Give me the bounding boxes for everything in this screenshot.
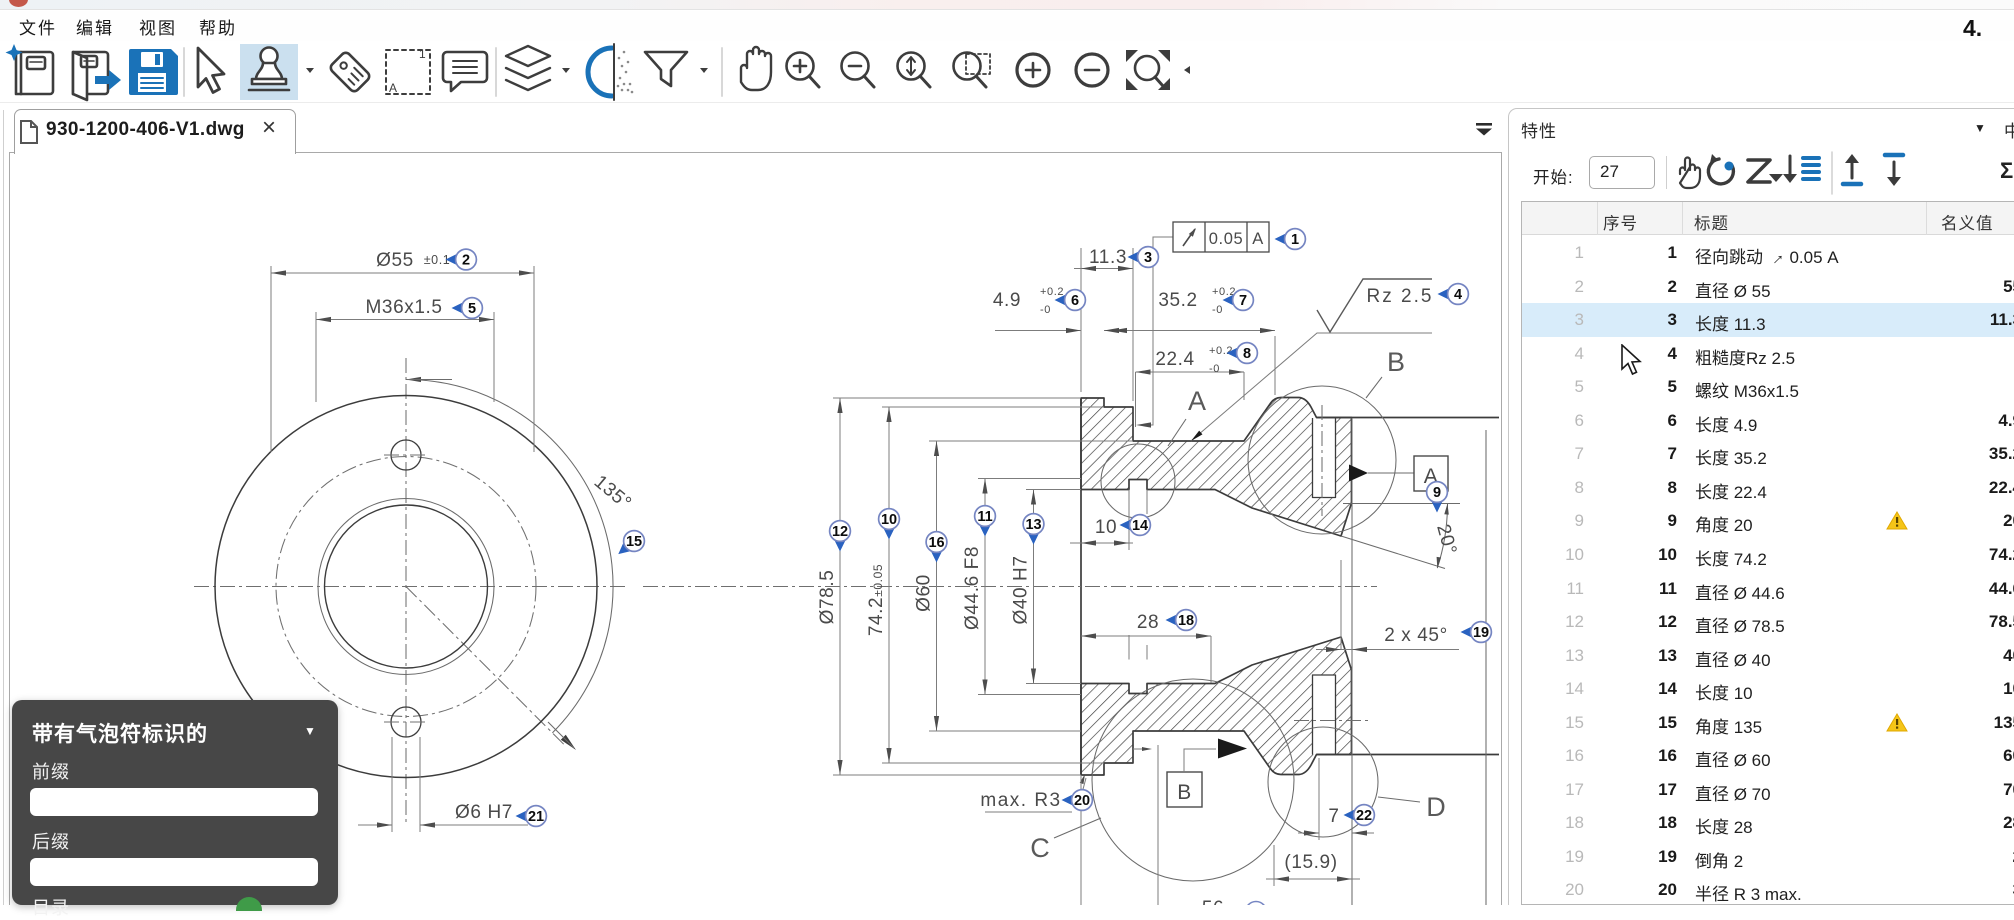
svg-text:10: 10 [881, 512, 897, 528]
svg-text:135°: 135° [590, 471, 635, 514]
svg-text:1: 1 [419, 47, 426, 61]
svg-text:20: 20 [1074, 793, 1090, 809]
svg-text:22: 22 [1356, 808, 1372, 824]
svg-text:21: 21 [528, 809, 544, 825]
svg-text:11: 11 [977, 509, 992, 525]
svg-text:D: D [1426, 792, 1446, 822]
svg-text:28: 28 [1137, 612, 1159, 633]
svg-text:15: 15 [626, 534, 642, 550]
svg-text:2 x 45°: 2 x 45° [1384, 625, 1448, 646]
svg-text:12: 12 [832, 524, 848, 540]
svg-text:8: 8 [1243, 346, 1251, 362]
svg-text:18: 18 [1178, 613, 1194, 629]
svg-text:-0: -0 [1040, 304, 1051, 316]
svg-text:A: A [389, 81, 397, 95]
svg-text:C: C [1030, 833, 1050, 863]
svg-text:0.05: 0.05 [1209, 230, 1244, 248]
svg-text:7: 7 [1239, 293, 1247, 309]
svg-text:19: 19 [1473, 625, 1489, 641]
svg-text:±0.1: ±0.1 [424, 253, 451, 267]
svg-text:6: 6 [1071, 293, 1079, 309]
svg-text:35.2: 35.2 [1158, 290, 1197, 311]
svg-text:74.2±0.05: 74.2±0.05 [866, 564, 887, 636]
svg-text:9: 9 [1433, 485, 1441, 501]
svg-text:1: 1 [1291, 232, 1299, 248]
svg-text:Ø60: Ø60 [914, 574, 935, 612]
svg-text:7: 7 [1328, 806, 1339, 827]
svg-text:M36x1.5: M36x1.5 [365, 297, 442, 318]
svg-text:B: B [1387, 347, 1405, 377]
svg-text:A: A [1252, 230, 1264, 248]
svg-text:20°: 20° [1432, 522, 1460, 557]
svg-text:16: 16 [928, 535, 944, 551]
svg-text:B: B [1177, 781, 1192, 804]
svg-text:22.4: 22.4 [1155, 349, 1194, 370]
svg-text:56: 56 [1202, 898, 1224, 905]
svg-text:-0: -0 [1209, 363, 1220, 375]
svg-text:max. R3: max. R3 [980, 790, 1061, 811]
svg-text:A: A [1188, 386, 1206, 416]
svg-text:13: 13 [1025, 517, 1041, 533]
svg-text:3: 3 [1144, 250, 1152, 266]
svg-text:-0: -0 [1212, 304, 1223, 316]
svg-text:11.3: 11.3 [1089, 247, 1127, 268]
svg-text:4: 4 [1454, 287, 1462, 303]
svg-text:+0.2: +0.2 [1040, 286, 1064, 298]
svg-text:10: 10 [1095, 517, 1117, 538]
svg-text:14: 14 [1132, 518, 1148, 534]
svg-text:2: 2 [462, 253, 470, 269]
svg-text:Ø55: Ø55 [376, 250, 414, 271]
svg-text:Rz 2.5: Rz 2.5 [1367, 286, 1434, 307]
svg-text:Ø44.6 F8: Ø44.6 F8 [962, 546, 983, 630]
svg-text:Ø6 H7: Ø6 H7 [455, 802, 513, 823]
svg-text:(15.9): (15.9) [1284, 852, 1337, 873]
svg-text:Ø78.5: Ø78.5 [817, 570, 838, 625]
svg-text:+0.2: +0.2 [1209, 345, 1233, 357]
svg-text:4.9: 4.9 [993, 290, 1021, 311]
svg-text:5: 5 [468, 301, 476, 317]
svg-text:Ø40 H7: Ø40 H7 [1011, 555, 1032, 624]
